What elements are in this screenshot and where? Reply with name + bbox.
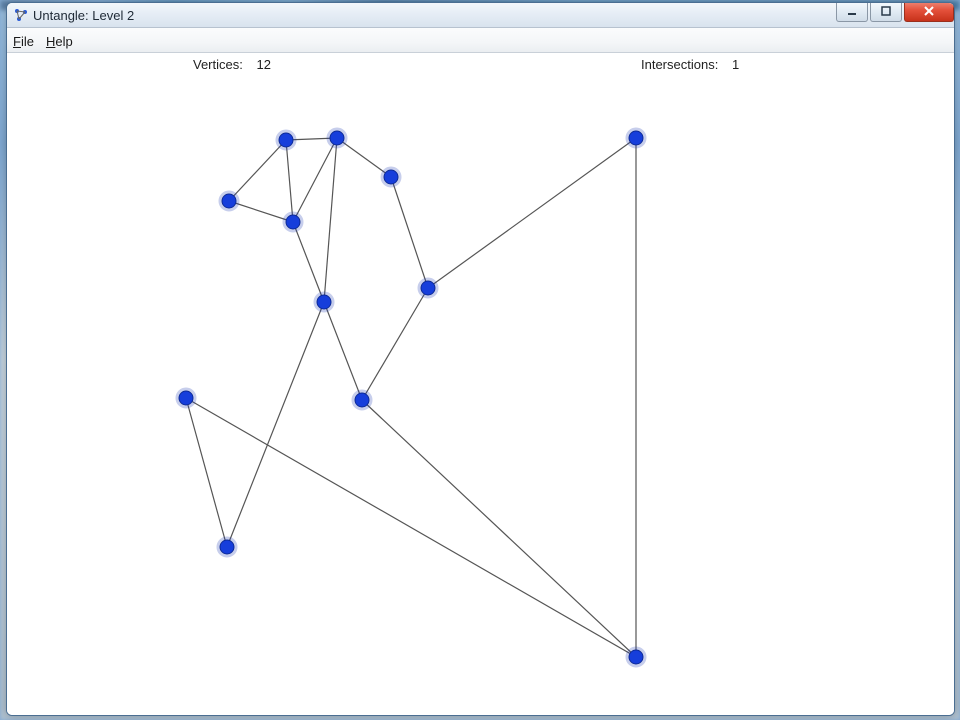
edge <box>186 398 227 547</box>
app-icon <box>13 7 29 23</box>
edge <box>186 398 636 657</box>
edge <box>286 140 293 222</box>
intersections-label: Intersections: <box>641 57 718 72</box>
status-row: Vertices: 12 Intersections: 1 <box>7 53 954 75</box>
close-button[interactable] <box>904 2 954 22</box>
status-intersections: Intersections: 1 <box>641 57 739 72</box>
edge <box>293 138 337 222</box>
close-icon <box>923 6 935 16</box>
graph-svg <box>7 73 954 715</box>
maximize-icon <box>881 6 891 16</box>
edge <box>229 140 286 201</box>
vertex[interactable] <box>629 131 643 145</box>
titlebar[interactable]: Untangle: Level 2 <box>7 3 954 28</box>
intersections-value: 1 <box>732 57 739 72</box>
edge <box>362 288 428 400</box>
vertex[interactable] <box>220 540 234 554</box>
vertices-layer <box>177 129 645 666</box>
edge <box>428 138 636 288</box>
vertices-label: Vertices: <box>193 57 243 72</box>
edge <box>324 302 362 400</box>
game-canvas[interactable] <box>7 73 954 715</box>
vertex[interactable] <box>384 170 398 184</box>
edge <box>227 302 324 547</box>
vertices-value: 12 <box>256 57 270 72</box>
maximize-button[interactable] <box>870 2 902 22</box>
menu-help[interactable]: Help <box>46 34 73 49</box>
vertex[interactable] <box>286 215 300 229</box>
vertex[interactable] <box>179 391 193 405</box>
vertex[interactable] <box>222 194 236 208</box>
vertex[interactable] <box>355 393 369 407</box>
vertex[interactable] <box>279 133 293 147</box>
window-controls <box>836 2 954 22</box>
vertex[interactable] <box>330 131 344 145</box>
edge <box>324 138 337 302</box>
menu-file[interactable]: File <box>13 34 34 49</box>
window-title: Untangle: Level 2 <box>33 8 134 23</box>
status-vertices: Vertices: 12 <box>193 57 271 72</box>
minimize-icon <box>847 6 857 16</box>
menubar: File Help <box>7 28 954 53</box>
edges-layer <box>186 138 636 657</box>
vertex[interactable] <box>629 650 643 664</box>
edge <box>293 222 324 302</box>
edge <box>362 400 636 657</box>
edge <box>391 177 428 288</box>
vertex[interactable] <box>317 295 331 309</box>
minimize-button[interactable] <box>836 2 868 22</box>
vertex[interactable] <box>421 281 435 295</box>
app-window: Untangle: Level 2 File Help Vertices: 12 <box>6 2 955 716</box>
